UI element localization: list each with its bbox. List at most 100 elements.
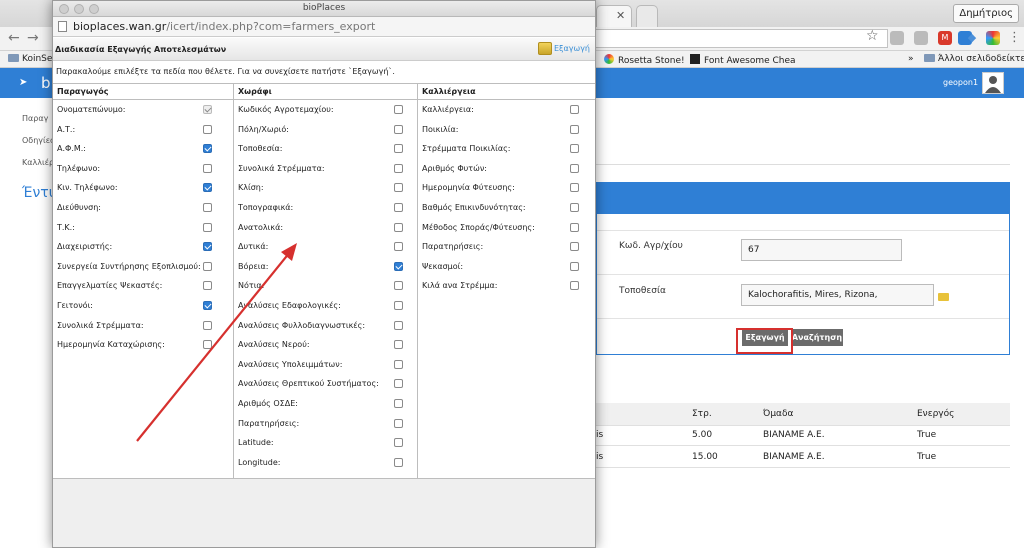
avatar[interactable] bbox=[982, 72, 1004, 94]
profile-button[interactable]: Δημήτριος bbox=[953, 4, 1019, 23]
export-field-row[interactable]: Αναλύσεις Εδαφολογικές: bbox=[234, 296, 417, 316]
export-field-row[interactable]: Παρατηρήσεις: bbox=[234, 414, 417, 434]
export-field-row[interactable]: Συνολικά Στρέμματα: bbox=[53, 316, 233, 336]
bookmark-item[interactable]: Rosetta Stone! bbox=[604, 54, 685, 66]
export-field-row[interactable]: Διεύθυνση: bbox=[53, 198, 233, 218]
field-checkbox[interactable] bbox=[570, 144, 579, 154]
field-checkbox[interactable] bbox=[570, 124, 579, 134]
export-field-row[interactable]: Μέθοδος Σποράς/Φύτευσης: bbox=[418, 218, 595, 238]
field-checkbox[interactable] bbox=[203, 300, 212, 310]
search-button[interactable]: Αναζήτηση bbox=[791, 329, 843, 346]
extension-icon[interactable] bbox=[890, 31, 904, 45]
field-checkbox[interactable] bbox=[394, 359, 403, 369]
extension-icon[interactable] bbox=[986, 31, 1000, 45]
export-field-row[interactable]: Πόλη/Χωριό: bbox=[234, 120, 417, 140]
field-checkbox[interactable] bbox=[570, 163, 579, 173]
bookmark-star-icon[interactable]: ☆ bbox=[866, 28, 879, 44]
popup-url-bar[interactable]: bioplaces.wan.gr/icert/index.php?com=far… bbox=[53, 17, 595, 37]
field-checkbox[interactable] bbox=[203, 183, 212, 193]
export-field-row[interactable]: Στρέμματα Ποικιλίας: bbox=[418, 139, 595, 159]
column-header[interactable]: Όμαδα bbox=[763, 409, 793, 419]
extension-icon[interactable] bbox=[914, 31, 928, 45]
column-header[interactable]: Ενεργός bbox=[917, 409, 954, 419]
export-field-row[interactable]: Κωδικός Αγροτεμαχίου: bbox=[234, 100, 417, 120]
sidebar-item[interactable]: Οδηγίες bbox=[22, 136, 55, 145]
field-checkbox[interactable] bbox=[394, 300, 403, 310]
field-checkbox[interactable] bbox=[203, 124, 212, 134]
field-checkbox[interactable] bbox=[203, 340, 212, 350]
export-field-row[interactable]: Κιν. Τηλέφωνο: bbox=[53, 178, 233, 198]
field-checkbox[interactable] bbox=[570, 202, 579, 212]
field-checkbox[interactable] bbox=[570, 242, 579, 252]
export-field-row[interactable]: Συνολικά Στρέμματα: bbox=[234, 159, 417, 179]
export-action-button[interactable]: Εξαγωγή bbox=[536, 40, 592, 58]
minimize-window-icon[interactable] bbox=[74, 4, 84, 14]
browser-tab[interactable] bbox=[596, 5, 632, 27]
zoom-window-icon[interactable] bbox=[89, 4, 99, 14]
field-checkbox[interactable] bbox=[394, 379, 403, 389]
export-field-row[interactable]: Αναλύσεις Θρεπτικού Συστήματος: bbox=[234, 374, 417, 394]
export-field-row[interactable]: Αναλύσεις Νερού: bbox=[234, 335, 417, 355]
field-checkbox[interactable] bbox=[394, 202, 403, 212]
field-checkbox[interactable] bbox=[570, 222, 579, 232]
column-header[interactable]: Στρ. bbox=[692, 409, 712, 419]
export-field-row[interactable]: Νότια: bbox=[234, 276, 417, 296]
folder-icon[interactable] bbox=[938, 293, 949, 301]
export-field-row[interactable]: Ημερομηνία Καταχώρισης: bbox=[53, 335, 233, 355]
field-checkbox[interactable] bbox=[203, 202, 212, 212]
location-input[interactable]: Kalochorafitis, Mires, Rizona, bbox=[741, 284, 934, 306]
sidebar-item[interactable]: Καλλιέρ bbox=[22, 158, 54, 167]
export-field-row[interactable]: Α.Φ.Μ.: bbox=[53, 139, 233, 159]
new-tab-button[interactable] bbox=[636, 5, 658, 27]
export-field-row[interactable]: Καλλιέργεια: bbox=[418, 100, 595, 120]
field-checkbox[interactable] bbox=[203, 222, 212, 232]
back-icon[interactable]: ← bbox=[8, 30, 20, 46]
field-checkbox[interactable] bbox=[203, 163, 212, 173]
window-titlebar[interactable]: bioPlaces bbox=[53, 1, 595, 17]
dropbox-icon[interactable]: ◆ bbox=[965, 31, 979, 45]
field-checkbox[interactable] bbox=[203, 320, 212, 330]
field-checkbox[interactable] bbox=[394, 222, 403, 232]
export-field-row[interactable]: Τ.Κ.: bbox=[53, 218, 233, 238]
field-checkbox[interactable] bbox=[394, 281, 403, 291]
export-field-row[interactable]: Latitude: bbox=[234, 433, 417, 453]
address-bar[interactable] bbox=[595, 29, 888, 48]
export-field-row[interactable]: Βόρεια: bbox=[234, 257, 417, 277]
field-checkbox[interactable] bbox=[570, 183, 579, 193]
field-checkbox[interactable] bbox=[394, 340, 403, 350]
field-checkbox[interactable] bbox=[394, 105, 403, 114]
username[interactable]: geopon1 bbox=[943, 78, 978, 87]
export-field-row[interactable]: Δυτικά: bbox=[234, 237, 417, 257]
bookmark-item[interactable]: Font Awesome Chea bbox=[690, 54, 796, 66]
field-checkbox[interactable] bbox=[394, 418, 403, 428]
bookmarks-overflow-chevron[interactable]: » bbox=[908, 54, 914, 64]
other-bookmarks[interactable]: Άλλοι σελιδοδείκτες bbox=[924, 54, 1024, 64]
export-field-row[interactable]: Παρατηρήσεις: bbox=[418, 237, 595, 257]
field-checkbox[interactable] bbox=[570, 105, 579, 114]
field-checkbox[interactable] bbox=[570, 261, 579, 271]
export-field-row[interactable]: Ψεκασμοί: bbox=[418, 257, 595, 277]
export-field-row[interactable]: Διαχειριστής: bbox=[53, 237, 233, 257]
export-field-row[interactable]: Κιλά ανα Στρέμμα: bbox=[418, 276, 595, 296]
close-window-icon[interactable] bbox=[59, 4, 69, 14]
field-checkbox[interactable] bbox=[394, 242, 403, 252]
field-checkbox[interactable] bbox=[394, 320, 403, 330]
gmail-icon[interactable]: M bbox=[938, 31, 952, 45]
bookmark-item[interactable]: KoinSe bbox=[8, 54, 52, 64]
export-field-row[interactable]: Ονοματεπώνυμο: bbox=[53, 100, 233, 120]
sidebar-item[interactable]: Παραγ bbox=[22, 114, 48, 123]
export-field-row[interactable]: Αναλύσεις Υπολειμμάτων: bbox=[234, 355, 417, 375]
field-checkbox[interactable] bbox=[394, 144, 403, 154]
export-field-row[interactable]: Τοπογραφικά: bbox=[234, 198, 417, 218]
field-checkbox[interactable] bbox=[394, 163, 403, 173]
export-field-row[interactable]: Γειτονόι: bbox=[53, 296, 233, 316]
export-field-row[interactable]: Επαγγελματίες Ψεκαστές: bbox=[53, 276, 233, 296]
export-field-row[interactable]: Τοποθεσία: bbox=[234, 139, 417, 159]
export-field-row[interactable]: Συνεργεία Συντήρησης Εξοπλισμού: bbox=[53, 257, 233, 277]
forward-icon[interactable]: → bbox=[27, 30, 39, 46]
field-checkbox[interactable] bbox=[203, 261, 212, 271]
export-field-row[interactable]: Longitude: bbox=[234, 453, 417, 473]
field-checkbox[interactable] bbox=[394, 398, 403, 408]
code-input[interactable]: 67 bbox=[741, 239, 902, 261]
field-checkbox[interactable] bbox=[570, 281, 579, 291]
